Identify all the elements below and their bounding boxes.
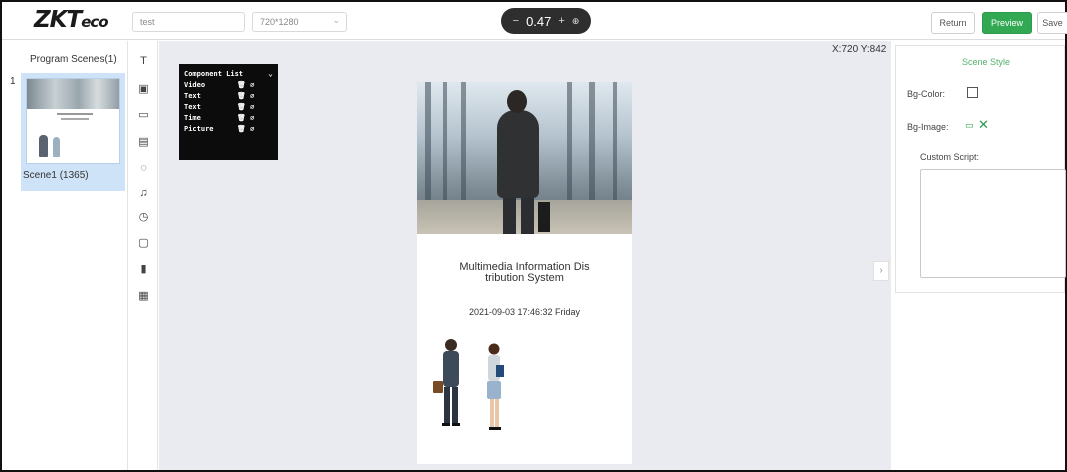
- zoom-in-button[interactable]: +: [558, 15, 564, 27]
- table-tool-icon[interactable]: ▦: [129, 289, 158, 303]
- component-name: Picture: [184, 125, 214, 133]
- scene-style-title: Scene Style: [961, 57, 1011, 67]
- zoom-out-button[interactable]: −: [513, 15, 519, 27]
- scene-card[interactable]: Scene1 (1365): [21, 73, 125, 191]
- component-row[interactable]: Picture 🗑 ∅: [184, 124, 273, 135]
- bg-color-picker[interactable]: [967, 87, 978, 98]
- chevron-down-icon[interactable]: ⌄: [268, 68, 273, 80]
- component-list-title: Component List: [184, 70, 244, 78]
- window-tool-icon[interactable]: ▢: [129, 236, 158, 250]
- preview-button[interactable]: Preview: [982, 12, 1032, 34]
- device-tool-icon[interactable]: ▮: [129, 262, 158, 276]
- cursor-coordinates: X:720 Y:842: [832, 44, 887, 55]
- zoom-control: − 0.47 + ⊕: [501, 8, 591, 34]
- scene-index: 1: [10, 76, 16, 87]
- component-row[interactable]: Text 🗑 ∅: [184, 91, 273, 102]
- title-text-component[interactable]: Multimedia Information Dis tribution Sys…: [417, 262, 632, 284]
- image-tool-icon[interactable]: ▣: [129, 82, 158, 96]
- trash-icon[interactable]: 🗑: [237, 125, 246, 133]
- bg-color-label: Bg-Color:: [907, 89, 946, 99]
- hide-icon[interactable]: ∅: [250, 103, 254, 111]
- audio-tool-icon[interactable]: ♫: [129, 186, 158, 200]
- video-tool-icon[interactable]: ▭: [129, 108, 158, 122]
- component-row[interactable]: Video 🗑 ∅: [184, 80, 273, 91]
- save-button[interactable]: Save: [1037, 12, 1067, 34]
- zkteco-logo: ZKTeco: [34, 7, 109, 33]
- trash-icon[interactable]: 🗑: [237, 92, 246, 100]
- hide-icon[interactable]: ∅: [250, 125, 254, 133]
- component-name: Text: [184, 103, 201, 111]
- return-button[interactable]: Return: [931, 12, 975, 34]
- text-tool-icon[interactable]: T: [129, 54, 158, 68]
- component-row[interactable]: Time 🗑 ∅: [184, 113, 273, 124]
- image-icon[interactable]: ▭: [965, 120, 974, 131]
- scene-style-panel: Scene Style Bg-Color: Bg-Image: ▭ ✕ Cust…: [895, 45, 1066, 293]
- video-component[interactable]: [417, 82, 632, 234]
- program-name-input[interactable]: test: [132, 12, 245, 32]
- hide-icon[interactable]: ∅: [250, 114, 254, 122]
- clock-tool-icon[interactable]: ◷: [129, 210, 158, 224]
- slideshow-tool-icon[interactable]: ▤: [129, 135, 158, 149]
- top-toolbar: ZKTeco test 720*1280 ⌄ − 0.47 + ⊕ Return…: [2, 2, 1067, 40]
- trash-icon[interactable]: 🗑: [237, 81, 246, 89]
- collapse-panel-button[interactable]: ›: [873, 261, 889, 281]
- chevron-down-icon: ⌄: [332, 15, 340, 25]
- scenes-title: Program Scenes(1): [30, 54, 117, 65]
- custom-script-input[interactable]: [920, 169, 1066, 278]
- eye-icon[interactable]: ⊕: [572, 16, 580, 27]
- component-name: Video: [184, 81, 206, 89]
- component-toolbar: T ▣ ▭ ▤ ◌ ♫ ◷ ▢ ▮ ▦: [129, 41, 158, 470]
- component-row[interactable]: Text 🗑 ∅: [184, 102, 273, 113]
- scene-thumbnail: [26, 78, 120, 164]
- screen-preview[interactable]: Multimedia Information Dis tribution Sys…: [417, 82, 632, 464]
- editor-canvas[interactable]: X:720 Y:842 Component List ⌄ Video 🗑 ∅ T…: [159, 41, 891, 470]
- zoom-level: 0.47: [526, 13, 552, 29]
- custom-script-label: Custom Script:: [920, 152, 980, 162]
- scene-label: Scene1 (1365): [23, 170, 89, 181]
- component-name: Text: [184, 92, 201, 100]
- hide-icon[interactable]: ∅: [250, 81, 254, 89]
- trash-icon[interactable]: 🗑: [237, 114, 246, 122]
- program-scenes-panel: Program Scenes(1) 1 Scene1 (1365): [2, 41, 128, 470]
- time-component[interactable]: 2021-09-03 17:46:32 Friday: [417, 307, 632, 317]
- picture-component[interactable]: [429, 337, 519, 439]
- component-list: Component List ⌄ Video 🗑 ∅ Text 🗑 ∅ Text…: [179, 64, 278, 160]
- resolution-select[interactable]: 720*1280 ⌄: [252, 12, 347, 32]
- component-name: Time: [184, 114, 201, 122]
- web-tool-icon[interactable]: ◌: [129, 161, 158, 175]
- bg-image-label: Bg-Image:: [907, 122, 949, 132]
- close-icon[interactable]: ✕: [978, 117, 989, 133]
- hide-icon[interactable]: ∅: [250, 92, 254, 100]
- trash-icon[interactable]: 🗑: [237, 103, 246, 111]
